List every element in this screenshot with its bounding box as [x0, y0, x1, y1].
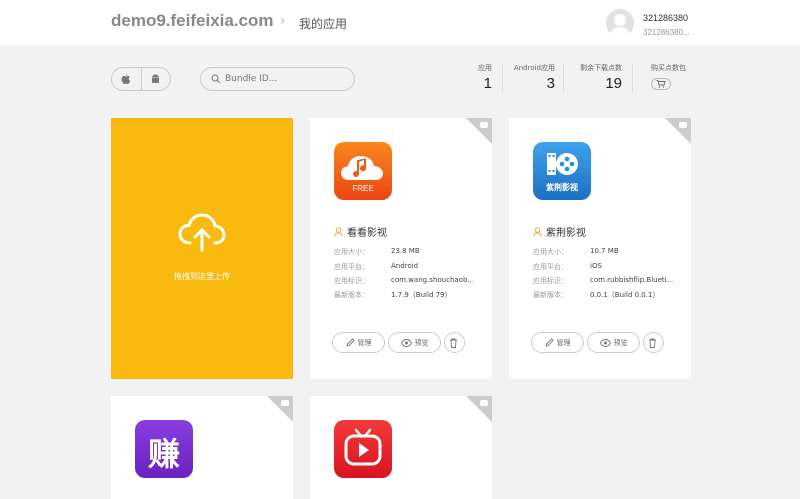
eye-icon: [400, 338, 412, 347]
stat-downloads-value: 19: [605, 75, 622, 92]
manage-button[interactable]: 管理: [531, 332, 584, 353]
stat-ios-value: 1: [483, 75, 492, 92]
trash-icon: [648, 338, 656, 348]
stat-android-value: 3: [546, 75, 555, 92]
app-bundle: com.rubbishflip.Blueti...: [590, 276, 674, 284]
app-version: 0.0.1（Build 0.0.1）: [590, 291, 660, 299]
stat-ios-apps: 应用 1: [440, 63, 492, 95]
app-icon[interactable]: [334, 420, 392, 478]
bundle-label: 应用标识：: [533, 277, 568, 285]
app-name[interactable]: 看看影视: [347, 224, 387, 239]
platform-label: 应用平台：: [533, 263, 568, 271]
search-box: [200, 67, 355, 91]
upload-dropzone[interactable]: 拖拽到这里上传: [111, 118, 293, 379]
pencil-icon: [544, 338, 554, 347]
app-icon-text: 赚: [147, 435, 180, 473]
app-icon[interactable]: FREE: [334, 142, 392, 200]
app-card[interactable]: FREE 看看影视 应用大小： 23.8 MB 应用平台： Android 应用标识…: [310, 118, 492, 379]
delete-button[interactable]: [444, 332, 465, 353]
corner-tag: [466, 118, 492, 144]
apple-icon: [121, 73, 131, 84]
app-icon[interactable]: 紫荆影视: [533, 142, 591, 200]
cloud-upload-icon: [178, 213, 226, 252]
chevron-right-icon: ›: [280, 13, 286, 29]
size-label: 应用大小：: [533, 248, 568, 256]
app-icon[interactable]: 赚: [135, 420, 193, 478]
tab-ios[interactable]: [112, 68, 141, 90]
corner-tag: [267, 396, 293, 422]
divider: [632, 64, 633, 92]
app-platform: Android: [391, 262, 419, 270]
stat-downloads: 剩余下载点数 19: [570, 63, 622, 95]
tag-icon: [679, 122, 687, 128]
divider: [502, 64, 503, 92]
android-icon: [152, 74, 160, 83]
top-header: demo9.feifeixia.com › 我的应用 321286380 321…: [0, 0, 800, 45]
platform-label: 应用平台：: [334, 263, 369, 271]
manage-button[interactable]: 管理: [332, 332, 385, 353]
trash-icon: [449, 338, 457, 348]
eye-icon: [599, 338, 611, 347]
size-label: 应用大小：: [334, 248, 369, 256]
search-icon: [211, 74, 221, 84]
preview-button[interactable]: 预览: [587, 332, 640, 353]
cart-icon: [656, 80, 666, 88]
app-card[interactable]: 赚: [111, 396, 293, 499]
buy-points-button[interactable]: [651, 78, 671, 90]
version-label: 最新版本：: [334, 291, 369, 299]
app-icon-text: 紫荆影视: [546, 183, 578, 192]
tv-play-icon: [344, 428, 382, 466]
person-icon: [334, 226, 343, 237]
tag-icon: [281, 400, 289, 406]
person-icon: [533, 226, 542, 237]
corner-tag: [466, 396, 492, 422]
app-size: 10.7 MB: [590, 247, 619, 255]
breadcrumb-my-apps[interactable]: 我的应用: [299, 15, 347, 32]
app-card[interactable]: 紫荆影视 紫荆影视 应用大小： 10.7 MB 应用平台： iOS 应用标识： com…: [509, 118, 691, 379]
app-version: 1.7.9（Build 79）: [391, 291, 452, 299]
app-bundle: com.wang.shouchaob...: [391, 276, 475, 284]
site-title[interactable]: demo9.feifeixia.com: [111, 11, 274, 31]
tab-android[interactable]: [140, 68, 171, 90]
stat-android-apps: Android应用 3: [508, 63, 555, 95]
user-name[interactable]: 321286380: [643, 13, 688, 23]
avatar[interactable]: [606, 9, 634, 37]
app-card[interactable]: [310, 396, 492, 499]
divider: [563, 64, 564, 92]
corner-tag: [665, 118, 691, 144]
pencil-icon: [345, 338, 355, 347]
platform-filter: [111, 67, 171, 91]
tag-icon: [480, 400, 488, 406]
search-input[interactable]: [225, 74, 345, 84]
tag-icon: [480, 122, 488, 128]
preview-button[interactable]: 预览: [388, 332, 441, 353]
delete-button[interactable]: [643, 332, 664, 353]
app-name[interactable]: 紫荆影视: [546, 224, 586, 239]
app-size: 23.8 MB: [391, 247, 420, 255]
app-platform: iOS: [590, 262, 602, 270]
version-label: 最新版本：: [533, 291, 568, 299]
upload-label: 拖拽到这里上传: [174, 272, 230, 281]
user-subtitle: 321286380...: [643, 28, 690, 37]
app-icon-text: FREE: [352, 184, 374, 193]
bundle-label: 应用标识：: [334, 277, 369, 285]
